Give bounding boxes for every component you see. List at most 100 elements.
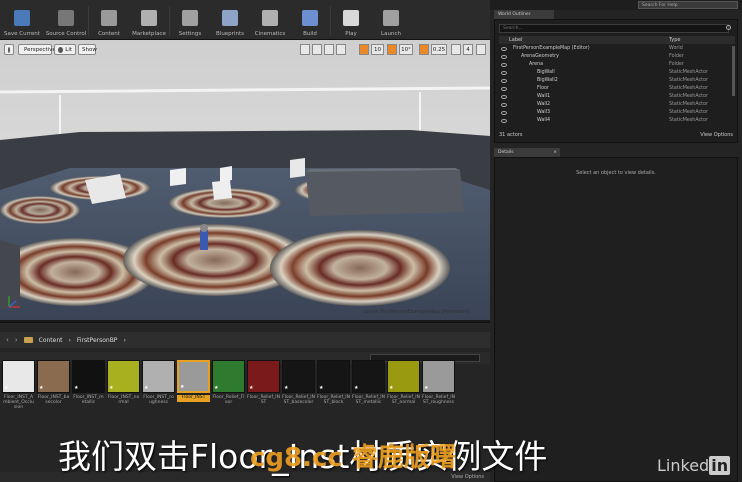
outliner-row-label: Wall2 [537,102,551,107]
visibility-eye-icon[interactable] [501,47,507,51]
scale-snap-value[interactable]: 0.25 [431,44,447,55]
asset-label[interactable]: Floor_Relief_Floor [212,395,245,405]
outliner-scrollbar[interactable] [732,46,735,96]
rotate-tool-icon[interactable] [312,44,322,55]
visibility-eye-icon[interactable] [501,103,507,107]
forward-arrow-icon[interactable]: › [15,336,18,344]
asset-label[interactable]: Floor_INST_roughness [142,395,175,405]
toolbar-button-label: Marketplace [132,31,166,37]
search-for-help-input[interactable]: Search For Help [638,1,738,9]
asset-star-icon: ★ [74,385,79,391]
grid-snap-icon[interactable] [359,44,369,55]
viewport-options-button[interactable] [4,44,14,55]
play-button[interactable]: Play [331,0,371,40]
asset-thumbnail[interactable]: ★ [177,360,210,393]
asset-thumbnail[interactable]: ★ [2,360,35,393]
show-button[interactable]: Show [78,44,97,55]
outliner-row[interactable]: FirstPersonExampleMap (Editor) World [499,45,735,53]
asset-thumbnail[interactable]: ★ [282,360,315,393]
asset-label[interactable]: Floor_INST_metallic [72,395,105,405]
level-viewport[interactable]: Perspective Lit Show 10 10° 0.25 4 Level… [0,40,490,320]
asset-label[interactable]: Floor_INST_normal [107,395,140,405]
asset-label[interactable]: Floor_INST_basecolor [37,395,70,405]
asset-label[interactable]: Floor_Relief_INST_basecolor [282,395,315,405]
column-label[interactable]: Label [509,37,523,43]
column-type[interactable]: Type [669,37,680,43]
asset-label[interactable]: Floor_Relief_INST_normal [387,395,420,405]
asset-thumbnail[interactable]: ★ [142,360,175,393]
outliner-row[interactable]: Wall2 StaticMeshActor [499,101,735,109]
search-icon [726,25,731,30]
blueprints-button[interactable]: Blueprints [210,0,250,40]
outliner-row[interactable]: ArenaGeometry Folder [499,53,735,61]
settings-button[interactable]: Settings [170,0,210,40]
asset-thumbnail[interactable]: ★ [107,360,140,393]
asset-label[interactable]: Floor_INST [177,395,210,402]
camera-speed-icon[interactable] [451,44,461,55]
world-local-icon[interactable] [336,44,346,55]
outliner-row[interactable]: BigWall2 StaticMeshActor [499,77,735,85]
lit-button[interactable]: Lit [54,44,76,55]
outliner-row[interactable]: Wall3 StaticMeshActor [499,109,735,117]
path-root[interactable]: Content [39,337,63,344]
blueprints-icon [222,10,238,26]
asset-thumbnail[interactable]: ★ [212,360,245,393]
back-arrow-icon[interactable]: ‹ [6,336,9,344]
visibility-eye-icon[interactable] [501,63,507,67]
asset-star-icon: ★ [424,385,429,391]
outliner-view-options-button[interactable]: View Options [700,132,733,138]
asset-thumbnail[interactable]: ★ [422,360,455,393]
asset-label[interactable]: Floor_INST_Ambient_Occlusion [2,395,35,410]
asset-label[interactable]: Floor_Relief_INST [247,395,280,405]
save-current-button[interactable]: Save Current [0,0,44,40]
visibility-eye-icon[interactable] [501,87,507,91]
visibility-eye-icon[interactable] [501,95,507,99]
translate-tool-icon[interactable] [300,44,310,55]
asset-thumbnail[interactable]: ★ [317,360,350,393]
outliner-row[interactable]: Floor StaticMeshActor [499,85,735,93]
asset-thumbnail[interactable]: ★ [387,360,420,393]
grid-snap-value[interactable]: 10 [371,44,384,55]
maximize-viewport-icon[interactable] [476,44,486,55]
build-button[interactable]: Build [290,0,330,40]
visibility-eye-icon[interactable] [501,71,507,75]
source-control-button[interactable]: Source Control [44,0,88,40]
cinematics-button[interactable]: Cinematics [250,0,290,40]
path-folder[interactable]: FirstPersonBP [77,337,118,344]
asset-thumbnail[interactable]: ★ [352,360,385,393]
rotation-snap-icon[interactable] [387,44,397,55]
asset-thumbnail[interactable]: ★ [37,360,70,393]
toolbar-button-label: Content [98,31,120,37]
tab-details[interactable]: Details × [494,148,560,157]
asset-label[interactable]: Floor_Relief_INST_roughness [422,395,455,405]
outliner-row[interactable]: Wall1 StaticMeshActor [499,93,735,101]
outliner-row[interactable]: Arena Folder [499,61,735,69]
asset-thumbnail[interactable]: ★ [247,360,280,393]
asset-star-icon: ★ [39,385,44,391]
scale-tool-icon[interactable] [324,44,334,55]
rotation-snap-value[interactable]: 10° [399,44,413,55]
outliner-row[interactable]: Wall4 StaticMeshActor [499,117,735,125]
visibility-eye-icon[interactable] [501,111,507,115]
asset-label[interactable]: Floor_Relief_INST_metallic [352,395,385,405]
marketplace-button[interactable]: Marketplace [129,0,169,40]
close-icon[interactable]: × [553,148,557,157]
toolbar-button-label: Play [345,31,357,37]
asset-thumbnail[interactable]: ★ [72,360,105,393]
scale-snap-icon[interactable] [419,44,429,55]
launch-button[interactable]: Launch [371,0,411,40]
tab-world-outliner[interactable]: World Outliner [494,10,554,19]
camera-speed-value[interactable]: 4 [463,44,473,55]
actor-count: 31 actors [499,132,523,138]
outliner-search-input[interactable]: Search... [499,24,729,33]
asset-label[interactable]: Floor_Relief_INST_block [317,395,350,405]
outliner-row[interactable]: BigWall StaticMeshActor [499,69,735,77]
visibility-eye-icon[interactable] [501,79,507,83]
asset-star-icon: ★ [180,384,185,390]
perspective-button[interactable]: Perspective [18,44,56,55]
asset-star-icon: ★ [389,385,394,391]
asset-star-icon: ★ [4,385,9,391]
visibility-eye-icon[interactable] [501,119,507,123]
content-button[interactable]: Content [89,0,129,40]
visibility-eye-icon[interactable] [501,55,507,59]
